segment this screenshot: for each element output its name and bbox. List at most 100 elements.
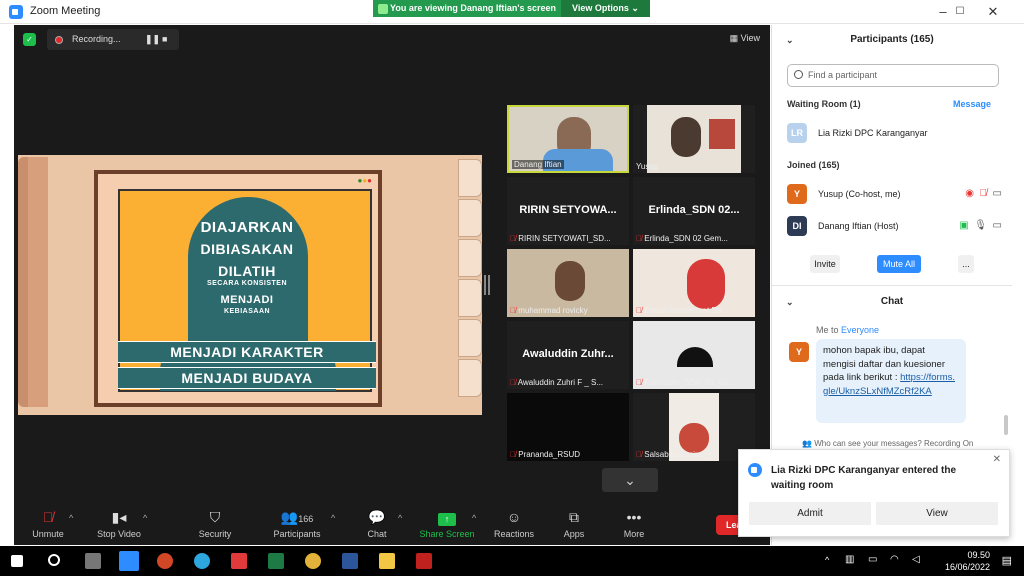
video-camera-icon: ▭ [992, 220, 1002, 231]
muted-mic-icon: 🎙̸ [636, 306, 645, 315]
clock-date: 16/06/2022 [944, 562, 990, 572]
reactions-button[interactable]: ☺ Reactions [492, 497, 536, 545]
muted-mic-icon: 🎙̸ [510, 450, 519, 459]
search-icon[interactable] [48, 554, 60, 566]
panel-splitter[interactable] [484, 275, 490, 295]
more-button[interactable]: ••• More [618, 497, 650, 545]
participants-label: Participants [273, 529, 321, 539]
chat-header: ⌄ Chat [772, 287, 1012, 317]
stop-recording-button[interactable]: ■ [162, 29, 167, 50]
tile-name: 🎙̸ Prananda_RSUD [510, 450, 581, 459]
video-tile[interactable]: 🎙̸ Fakhrudin_SDN_01_Gi... [633, 321, 755, 389]
mute-all-button[interactable]: Mute All [877, 255, 921, 273]
stop-video-button[interactable]: ▮◂ Stop Video [90, 497, 148, 545]
wifi-icon[interactable]: ◠ [890, 554, 899, 565]
video-tile[interactable]: 🎙̸ Salsabila Banina R [633, 393, 755, 461]
zoom-app-icon[interactable] [119, 551, 139, 571]
video-tile[interactable]: 🎙̸ Prananda_RSUD [507, 393, 629, 461]
security-label: Security [198, 529, 232, 539]
more-options-button[interactable]: ... [958, 255, 974, 273]
participant-status-icons: ◉ 🎙̸ ▭ [965, 188, 1002, 199]
participant-row[interactable]: Y Yusup (Co-host, me) ◉ 🎙̸ ▭ [787, 184, 1002, 206]
share-screen-button[interactable]: ↑ Share Screen [418, 497, 476, 545]
security-button[interactable]: ⛉ Security [192, 497, 238, 545]
close-notification-icon[interactable]: ✕ [993, 454, 1001, 465]
participants-options-caret[interactable]: ^ [331, 513, 335, 523]
view-button[interactable]: View [876, 502, 998, 525]
folder-tab [458, 199, 482, 237]
telegram-icon[interactable] [194, 553, 210, 569]
slide-line-4: SECARA KONSISTEN [206, 280, 288, 287]
audio-options-caret[interactable]: ^ [69, 513, 73, 523]
unmute-button[interactable]: 🎙̸ Unmute [26, 497, 70, 545]
video-camera-icon: ▮◂ [111, 509, 127, 525]
reaction-smiley-icon: ☺ [506, 509, 522, 525]
reactions-label: Reactions [493, 529, 535, 539]
video-tile[interactable]: Erlinda_SDN 02... 🎙̸ Erlinda_SDN 02 Gem.… [633, 177, 755, 245]
participant-search-input[interactable]: Find a participant [787, 64, 999, 87]
waiting-room-label[interactable]: Waiting Room (1) [787, 99, 861, 109]
maximize-button[interactable]: ☐ [945, 2, 975, 22]
chat-button[interactable]: 💬 Chat [364, 497, 390, 545]
video-tile[interactable]: Yusup [633, 105, 755, 173]
view-button[interactable]: ▦ View [730, 33, 760, 44]
battery-icon[interactable]: ▭ [868, 554, 877, 565]
excel-icon[interactable] [268, 553, 284, 569]
tile-name: Yusup [636, 162, 659, 171]
video-tile[interactable]: RIRIN SETYOWA... 🎙̸ RIRIN SETYOWATI_SD..… [507, 177, 629, 245]
window-dots-icon: ●●● [357, 176, 372, 185]
participants-button[interactable]: 👥166 Participants [268, 497, 326, 545]
tile-big-name: Erlinda_SDN 02... [648, 204, 740, 216]
waiting-participant-row[interactable]: LR Lia Rizki DPC Karanganyar [787, 123, 1002, 145]
word-icon[interactable] [342, 553, 358, 569]
acrobat-icon[interactable] [416, 553, 432, 569]
chrome-icon[interactable] [305, 553, 321, 569]
tray-chevron-icon[interactable]: ^ [825, 555, 829, 565]
folder-tab [458, 239, 482, 277]
tile-big-name: Awaluddin Zuhr... [522, 348, 614, 360]
chat-options-caret[interactable]: ^ [398, 513, 402, 523]
recording-label: Recording... [72, 34, 121, 44]
scroll-tiles-down-button[interactable]: ⌄ [602, 468, 658, 492]
collapse-chevron-icon[interactable]: ⌄ [786, 25, 794, 55]
invite-button[interactable]: Invite [810, 255, 840, 273]
video-tile[interactable]: Danang Iftian [507, 105, 629, 173]
admit-button[interactable]: Admit [749, 502, 871, 525]
share-options-caret[interactable]: ^ [472, 513, 476, 523]
volume-icon[interactable]: ◁ [912, 554, 920, 565]
taskbar-clock[interactable]: 09.50 16/06/2022 [945, 549, 990, 573]
slide-line-5: MENJADI [220, 294, 274, 306]
who-can-see-messages[interactable]: 👥 Who can see your messages? Recording O… [802, 439, 973, 448]
chat-recipient: Me to Everyone [816, 325, 880, 335]
search-placeholder: Find a participant [808, 70, 878, 80]
tile-name: 🎙̸ RIRIN SETYOWATI_SD... [510, 234, 611, 243]
pause-recording-button[interactable]: ❚❚ [145, 29, 160, 50]
notifications-icon[interactable]: ▤ [1002, 554, 1012, 567]
joined-label[interactable]: Joined (165) [787, 160, 840, 170]
powerpoint-icon[interactable] [157, 553, 173, 569]
network-icon[interactable]: ▥ [845, 554, 854, 565]
chat-scrollbar[interactable] [1004, 415, 1008, 435]
person-silhouette [687, 259, 725, 309]
view-options-button[interactable]: View Options ⌄ [561, 0, 650, 17]
message-waiting-room-button[interactable]: Message [953, 99, 991, 109]
close-button[interactable]: ✕ [978, 2, 1008, 22]
windows-start-icon[interactable] [11, 555, 23, 567]
video-tile[interactable]: Awaluddin Zuhr... 🎙̸ Awaluddin Zuhri F _… [507, 321, 629, 389]
video-tile[interactable]: 🎙̸ muhammad rovicky [507, 249, 629, 317]
collapse-chevron-icon[interactable]: ⌄ [786, 287, 794, 317]
participant-name: Lia Rizki DPC Karanganyar [818, 128, 928, 138]
recording-bar: Recording... ❚❚ ■ [47, 29, 179, 50]
tools-icon[interactable] [85, 553, 101, 569]
pdf-reader-icon[interactable] [231, 553, 247, 569]
video-tile[interactable]: 🎙̸ Endah Inspektorat Da... [633, 249, 755, 317]
file-explorer-icon[interactable] [379, 553, 395, 569]
tile-big-name: RIRIN SETYOWA... [519, 204, 617, 216]
video-options-caret[interactable]: ^ [143, 513, 147, 523]
recording-icon: ◉ [965, 188, 974, 199]
unmute-label: Unmute [32, 529, 64, 539]
participant-row[interactable]: DI Danang Iftian (Host) ▣ 🎙 ▭ [787, 216, 1002, 238]
meeting-area: ✓ Recording... ❚❚ ■ ▦ View ●●● DIAJARKAN… [14, 25, 770, 545]
apps-button[interactable]: ⧉ Apps [560, 497, 588, 545]
security-shield-icon[interactable]: ✓ [23, 33, 36, 46]
